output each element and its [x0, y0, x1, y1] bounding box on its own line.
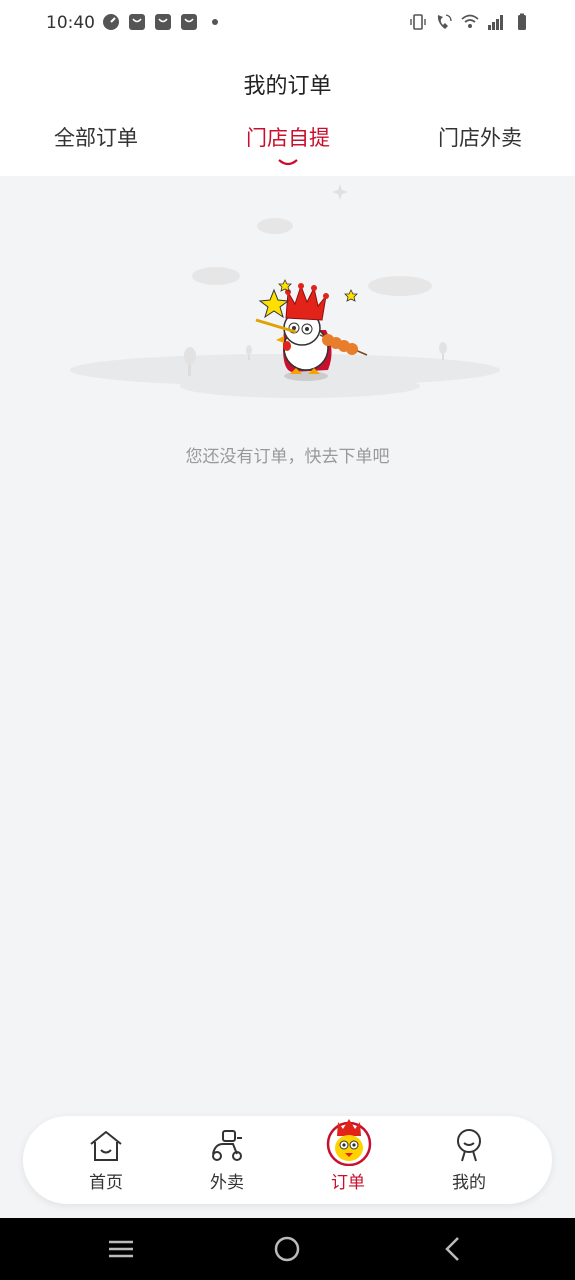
status-system-icons: [409, 13, 531, 31]
status-notification-icons: [102, 13, 224, 31]
vibrate-icon: [410, 14, 426, 30]
nav-item-home[interactable]: 首页: [51, 1116, 161, 1204]
wifi-call-icon: [437, 14, 452, 29]
order-tabs: 全部订单 门店自提 门店外卖: [0, 122, 575, 172]
tab-store-pickup[interactable]: 门店自提: [218, 122, 358, 152]
nav-label-profile: 我的: [452, 1173, 486, 1193]
wifi-icon: [461, 14, 479, 28]
back-icon[interactable]: [438, 1234, 468, 1264]
status-bar: 10:40: [0, 0, 575, 48]
page-title: 我的订单: [243, 74, 332, 99]
menu-icon[interactable]: [106, 1234, 136, 1264]
shopping-bag-icon: [181, 14, 197, 30]
nav-label-home: 首页: [89, 1173, 123, 1193]
empty-orders-illustration: [70, 184, 500, 398]
speed-icon: [103, 14, 119, 30]
signal-icon: [488, 15, 503, 30]
bottom-nav: 首页 外卖 订单 我的: [23, 1116, 552, 1204]
tab-store-delivery[interactable]: 门店外卖: [410, 122, 550, 152]
active-tab-indicator: [278, 159, 298, 166]
battery-icon: [518, 13, 526, 30]
nav-label-delivery: 外卖: [210, 1173, 244, 1193]
nav-item-profile[interactable]: 我的: [414, 1116, 524, 1204]
scooter-icon: [212, 1130, 242, 1161]
system-nav-bar: [0, 1218, 575, 1280]
nav-item-delivery[interactable]: 外卖: [172, 1116, 282, 1204]
tab-all-orders[interactable]: 全部订单: [26, 122, 166, 152]
home-circle-icon[interactable]: [272, 1234, 302, 1264]
mascot-icon: [326, 1119, 372, 1166]
dot-icon: [212, 19, 218, 25]
shopping-bag-icon: [129, 14, 145, 30]
status-time: 10:40: [46, 13, 95, 33]
nav-item-orders[interactable]: 订单: [293, 1116, 403, 1204]
empty-orders-message: 您还没有订单，快去下单吧: [185, 447, 390, 467]
home-icon: [90, 1131, 122, 1161]
profile-icon: [457, 1129, 481, 1162]
shopping-bag-icon: [155, 14, 171, 30]
header: 我的订单 全部订单 门店自提 门店外卖: [0, 48, 575, 176]
nav-label-orders: 订单: [331, 1173, 365, 1193]
